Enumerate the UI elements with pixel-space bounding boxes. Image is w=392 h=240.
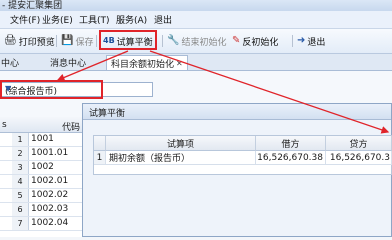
currency-select-highlight <box>0 80 103 99</box>
window-titlebar: - 提安汇聚集团 <box>0 0 392 11</box>
grid-header-code: 代码 <box>62 123 81 133</box>
row-number: 5 <box>12 189 29 202</box>
table-header-debit: 借方 <box>256 136 326 151</box>
end-init-label: 结束初始化 <box>181 37 227 48</box>
print-preview-label: 打印预览 <box>18 37 55 48</box>
save-icon: 💾 <box>61 35 74 46</box>
tab-message-center-label: 消息中心 <box>50 58 87 69</box>
dialog-title: 试算平衡 <box>89 109 126 119</box>
menu-business[interactable]: 业务(E) <box>42 13 73 26</box>
close-icon[interactable]: ✕ <box>176 59 183 68</box>
tab-center-label: 中心 <box>1 58 20 69</box>
table-row[interactable]: 1 1001 <box>0 133 82 147</box>
table-header-item: 试算项 <box>106 136 256 151</box>
reverse-init-button[interactable]: ✎ 反初始化 <box>232 34 278 48</box>
tab-center[interactable]: 中心 <box>1 55 19 69</box>
row-debit[interactable]: 16,526,670.38 <box>256 151 326 165</box>
exit-label: 退出 <box>307 37 326 48</box>
row-number: 7 <box>12 217 29 230</box>
menu-exit[interactable]: 退出 <box>154 13 172 26</box>
table-row[interactable]: 2 1001.01 <box>0 147 82 161</box>
row-number: 1 <box>12 133 29 146</box>
row-code: 1002.03 <box>31 204 69 214</box>
menu-tools[interactable]: 工具(T) <box>79 13 110 26</box>
table-row[interactable]: 5 1002.02 <box>0 189 82 203</box>
exit-icon: ➜ <box>297 35 306 46</box>
toolbar-separator <box>56 35 57 47</box>
row-code: 1002.04 <box>31 218 69 228</box>
row-number: 2 <box>12 147 29 160</box>
row-code: 1002 <box>31 162 54 172</box>
toolbar-separator <box>292 35 293 47</box>
table-row[interactable]: 6 1002.03 <box>0 203 82 217</box>
trial-balance-highlight <box>99 30 157 50</box>
end-init-icon: 🔧 <box>167 35 180 46</box>
row-number: 4 <box>12 175 29 188</box>
dialog-titlebar: 试算平衡 <box>83 104 391 120</box>
row-number: 3 <box>12 161 29 174</box>
printer-icon: 🖨 <box>4 35 17 46</box>
table-row[interactable]: 7 1002.04 <box>0 217 82 231</box>
trial-balance-table: 试算项 借方 贷方 1 期初余额（报告币） 16,526,670.38 16,5… <box>93 135 392 175</box>
row-code: 1001 <box>31 134 54 144</box>
menu-service[interactable]: 服务(A) <box>116 13 147 26</box>
print-preview-button[interactable]: 🖨 打印预览 <box>4 34 55 48</box>
menu-file[interactable]: 文件(F) <box>10 13 40 26</box>
save-label: 保存 <box>75 37 94 48</box>
tab-subject-balance-init[interactable]: 科目余额初始化 ✕ <box>106 55 188 70</box>
row-number: 6 <box>12 203 29 216</box>
row-code: 1002.02 <box>31 190 69 200</box>
tab-strip: 中心 消息中心 科目余额初始化 ✕ <box>0 54 392 71</box>
toolbar-separator <box>96 35 97 47</box>
subject-grid: s 代码 1 1001 2 1001.01 3 1002 4 1002.01 5… <box>0 117 83 237</box>
row-credit[interactable]: 16,526,670.3 <box>326 151 392 165</box>
tab-subject-balance-init-label: 科目余额初始化 <box>111 59 175 70</box>
row-number: 1 <box>94 151 106 165</box>
row-item[interactable]: 期初余额（报告币） <box>106 151 256 165</box>
exit-button[interactable]: ➜ 退出 <box>297 34 325 48</box>
table-header-credit: 贷方 <box>326 136 392 151</box>
reverse-init-icon: ✎ <box>232 35 241 46</box>
toolbar: 🖨 打印预览 💾 保存 4B 试算平衡 🔧 结束初始化 ✎ 反初始化 ➜ 退出 <box>0 29 392 54</box>
reverse-init-label: 反初始化 <box>242 37 279 48</box>
row-code: 1002.01 <box>31 176 69 186</box>
table-row[interactable]: 4 1002.01 <box>0 175 82 189</box>
end-init-button[interactable]: 🔧 结束初始化 <box>167 34 226 48</box>
window-title: - 提安汇聚集团 <box>2 1 63 11</box>
save-button[interactable]: 💾 保存 <box>61 34 93 48</box>
menu-bar: 文件(F) 业务(E) 工具(T) 服务(A) 退出 <box>0 11 392 29</box>
grid-header-left: s <box>2 120 7 130</box>
row-code: 1001.01 <box>31 148 69 158</box>
toolbar-separator <box>162 35 163 47</box>
tab-message-center[interactable]: 消息中心 <box>50 55 86 69</box>
table-header-rownum <box>94 136 106 151</box>
grid-header: s 代码 <box>0 117 82 133</box>
table-row[interactable]: 3 1002 <box>0 161 82 175</box>
